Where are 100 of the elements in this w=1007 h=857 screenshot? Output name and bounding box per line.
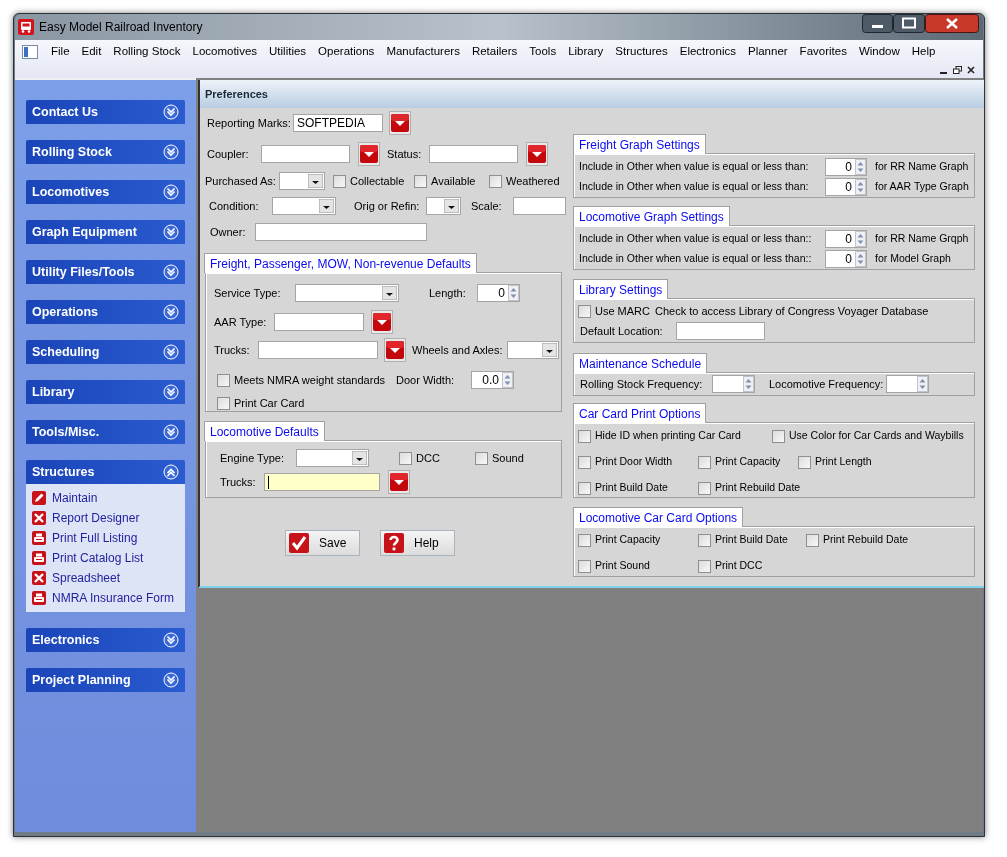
dropdown-button[interactable] <box>384 338 406 362</box>
checkbox[interactable] <box>578 481 591 495</box>
group-tab[interactable]: Car Card Print Options <box>573 403 707 423</box>
checkbox[interactable] <box>698 481 711 495</box>
menu-item[interactable]: Window <box>852 43 906 61</box>
checkbox[interactable] <box>578 429 591 443</box>
checkbox[interactable] <box>772 429 785 443</box>
text-field[interactable] <box>261 145 350 163</box>
menu-item[interactable]: Operations <box>312 43 381 61</box>
spin-box[interactable]: 0 <box>825 250 867 268</box>
minimize-icon[interactable] <box>862 14 893 33</box>
checkbox[interactable] <box>489 174 502 188</box>
maximize-icon[interactable] <box>893 14 925 33</box>
checkbox[interactable] <box>798 455 811 469</box>
group-tab[interactable]: Freight Graph Settings <box>573 134 706 154</box>
sidebar-link[interactable]: Print Catalog List <box>32 548 144 568</box>
menu-item[interactable]: Tools <box>523 43 563 61</box>
combo-box[interactable] <box>279 172 325 190</box>
sidebar-group-header[interactable]: Operations <box>26 300 185 324</box>
combo-box[interactable] <box>295 284 399 302</box>
text-field[interactable] <box>264 473 380 491</box>
field-label: Trucks: <box>220 474 256 490</box>
menu-item[interactable]: Retailers <box>465 43 524 61</box>
group-tab[interactable]: Library Settings <box>573 279 669 299</box>
combo-box[interactable] <box>507 341 559 359</box>
spin-box[interactable] <box>712 375 755 393</box>
menu-item[interactable]: Library <box>562 43 610 61</box>
spin-box[interactable]: 0 <box>477 284 520 302</box>
combo-box[interactable] <box>426 197 461 215</box>
text-field[interactable] <box>255 223 427 241</box>
spin-box[interactable]: 0.0 <box>471 371 514 389</box>
spin-box[interactable] <box>886 375 929 393</box>
checkbox[interactable] <box>217 396 230 410</box>
menu-item[interactable]: Utilities <box>263 43 313 61</box>
menu-item[interactable]: Manufacturers <box>380 43 466 61</box>
dropdown-button[interactable] <box>358 142 380 166</box>
sidebar-group-header[interactable]: Tools/Misc. <box>26 420 185 444</box>
menu-item[interactable]: Electronics <box>673 43 742 61</box>
checkbox[interactable] <box>333 174 346 188</box>
combo-box[interactable] <box>296 449 369 467</box>
close-icon[interactable] <box>967 66 975 74</box>
sidebar-group-header[interactable]: Structures <box>26 460 185 484</box>
save-button[interactable]: Save <box>285 530 360 556</box>
checkbox[interactable] <box>698 559 711 573</box>
text-field[interactable] <box>429 145 518 163</box>
sidebar-link[interactable]: NMRA Insurance Form <box>32 588 175 608</box>
sidebar-link[interactable]: Spreadsheet <box>32 568 121 588</box>
sidebar-group-header[interactable]: Rolling Stock <box>26 140 185 164</box>
checkbox[interactable] <box>578 533 591 547</box>
menu-item[interactable]: Locomotives <box>186 43 264 61</box>
menu-item[interactable]: Planner <box>741 43 794 61</box>
text-field[interactable] <box>258 341 378 359</box>
menu-item[interactable]: Structures <box>609 43 674 61</box>
group-tab[interactable]: Freight, Passenger, MOW, Non-revenue Defaults <box>204 253 477 273</box>
group-tab[interactable]: Locomotive Defaults <box>204 421 325 441</box>
dropdown-button[interactable] <box>526 142 548 166</box>
menu-item[interactable]: Help <box>905 43 942 61</box>
checkbox[interactable] <box>399 451 412 465</box>
checkbox[interactable] <box>806 533 819 547</box>
close-icon[interactable] <box>925 14 979 33</box>
spin-box[interactable]: 0 <box>825 230 867 248</box>
sidebar-link[interactable]: Report Designer <box>32 508 140 528</box>
dropdown-button[interactable] <box>389 111 411 135</box>
sidebar-group-header[interactable]: Locomotives <box>26 180 185 204</box>
text-field[interactable]: SOFTPEDIA <box>293 114 383 132</box>
dropdown-button[interactable] <box>388 470 410 494</box>
group-tab[interactable]: Locomotive Graph Settings <box>573 206 730 226</box>
menu-item[interactable]: Favorites <box>793 43 853 61</box>
checkbox[interactable] <box>578 304 591 318</box>
checkbox[interactable] <box>578 559 591 573</box>
sidebar-group-header[interactable]: Utility Files/Tools <box>26 260 185 284</box>
sidebar-link[interactable]: Print Full Listing <box>32 528 138 548</box>
text-field[interactable] <box>274 313 364 331</box>
sidebar-group-header[interactable]: Contact Us <box>26 100 185 124</box>
help-button[interactable]: Help <box>380 530 455 556</box>
checkbox[interactable] <box>475 451 488 465</box>
combo-box[interactable] <box>272 197 336 215</box>
sidebar-group-header[interactable]: Scheduling <box>26 340 185 364</box>
menu-item[interactable]: File <box>45 43 76 61</box>
sidebar-group-header[interactable]: Project Planning <box>26 668 185 692</box>
document-icon[interactable] <box>22 45 38 59</box>
text-field[interactable] <box>676 322 765 340</box>
spin-box[interactable]: 0 <box>825 178 867 196</box>
sidebar-group-header[interactable]: Electronics <box>26 628 185 652</box>
group-tab[interactable]: Maintenance Schedule <box>573 353 708 373</box>
sidebar-link[interactable]: Maintain <box>32 488 98 508</box>
sidebar-group-header[interactable]: Library <box>26 380 185 404</box>
menu-item[interactable]: Edit <box>75 43 108 61</box>
checkbox[interactable] <box>578 455 591 469</box>
sidebar-group-header[interactable]: Graph Equipment <box>26 220 185 244</box>
checkbox[interactable] <box>217 373 230 387</box>
menu-item[interactable]: Rolling Stock <box>107 43 187 61</box>
restore-icon[interactable] <box>953 66 962 74</box>
spin-box[interactable]: 0 <box>825 158 867 176</box>
checkbox[interactable] <box>414 174 427 188</box>
dropdown-button[interactable] <box>371 310 393 334</box>
group-tab[interactable]: Locomotive Car Card Options <box>573 507 744 527</box>
checkbox[interactable] <box>698 533 711 547</box>
text-field[interactable] <box>513 197 566 215</box>
checkbox[interactable] <box>698 455 711 469</box>
